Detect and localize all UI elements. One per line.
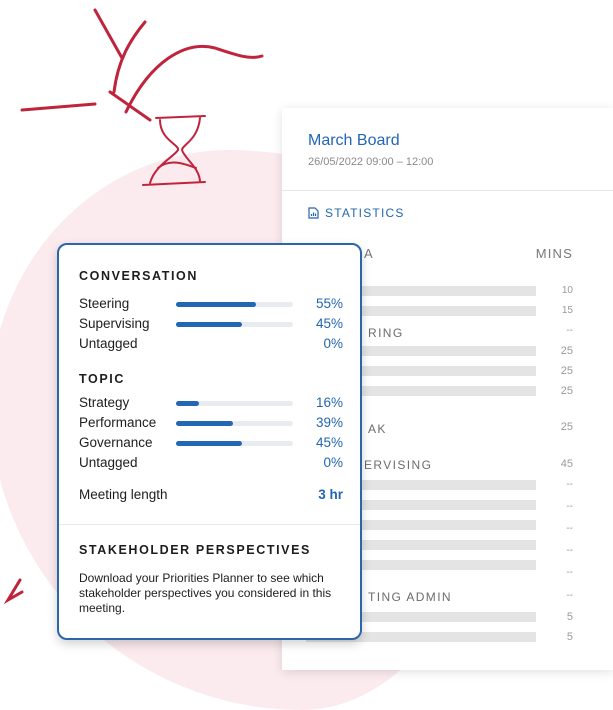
conversation-row: Steering 55% [79,296,343,314]
mins-value: -- [566,523,573,534]
mins-value: -- [566,567,573,578]
agenda-column-header: A [364,246,374,261]
row-label: Untagged [79,336,138,351]
progress-fill [176,421,234,426]
mins-value: -- [566,545,573,556]
row-percent: 0% [323,336,343,351]
statistics-label: STATISTICS [325,206,405,220]
mins-value: -- [566,479,573,490]
card-divider [59,524,360,525]
mins-value: 25 [560,345,573,357]
progress-fill [176,302,257,307]
progress-track [176,441,293,446]
sketch-stroke [108,90,152,122]
topic-row: Strategy 16% [79,395,343,413]
row-label: Untagged [79,455,138,470]
panel-divider [282,190,613,191]
progress-track [176,401,293,406]
progress-track [176,302,293,307]
row-label: Supervising [79,316,150,331]
row-percent: 39% [315,415,343,430]
hourglass-icon [142,115,206,186]
mins-value: 25 [560,385,573,397]
progress-track [176,322,293,327]
row-label: Performance [79,415,157,430]
row-percent: 45% [315,316,343,331]
sketch-curve-right [124,44,264,114]
agenda-section-label: TING ADMIN [368,590,453,604]
meeting-title[interactable]: March Board [308,132,400,150]
mins-value: 5 [566,611,573,623]
mins-column-header: MINS [535,246,573,261]
mins-value: -- [566,325,573,336]
sketch-line-mid [112,20,147,94]
topic-row: Performance 39% [79,415,343,433]
agenda-section-label: AK [368,422,387,436]
topic-row: Governance 45% [79,435,343,453]
progress-fill [176,322,242,327]
progress-fill [176,441,242,446]
row-percent: 45% [315,435,343,450]
mins-value: 10 [561,285,573,296]
sketch-line-top [93,8,124,60]
meeting-length-value: 3 hr [318,487,343,502]
mins-value: 25 [560,365,573,377]
document-chart-icon [308,207,319,219]
topic-row: Untagged 0% [79,455,343,473]
progress-track [176,421,293,426]
conversation-row: Supervising 45% [79,316,343,334]
topic-title: TOPIC [79,372,125,386]
mins-value: 45 [560,458,573,470]
conversation-title: CONVERSATION [79,269,198,283]
meeting-length-row: Meeting length 3 hr [79,487,343,502]
agenda-section-label: ERVISING [364,458,433,472]
row-percent: 16% [315,395,343,410]
mins-value: 5 [566,631,573,643]
progress-fill [176,401,200,406]
mins-value: -- [566,501,573,512]
stakeholder-title: STAKEHOLDER PERSPECTIVES [79,543,311,557]
row-percent: 0% [323,455,343,470]
mins-value: -- [566,590,573,601]
agenda-section-label: RING [368,326,404,340]
meeting-length-label: Meeting length [79,487,168,502]
meeting-time: 26/05/2022 09:00 – 12:00 [308,156,434,168]
row-label: Strategy [79,395,130,410]
mins-value: 15 [561,305,573,316]
meeting-summary-card: CONVERSATION Steering 55% Supervising 45… [57,243,362,640]
statistics-heading[interactable]: STATISTICS [308,206,405,220]
mins-value: 25 [560,421,573,433]
stakeholder-description: Download your Priorities Planner to see … [79,571,332,615]
row-label: Governance [79,435,153,450]
row-percent: 55% [315,296,343,311]
row-label: Steering [79,296,130,311]
sketch-line-left [20,102,97,112]
conversation-row: Untagged 0% [79,336,343,354]
